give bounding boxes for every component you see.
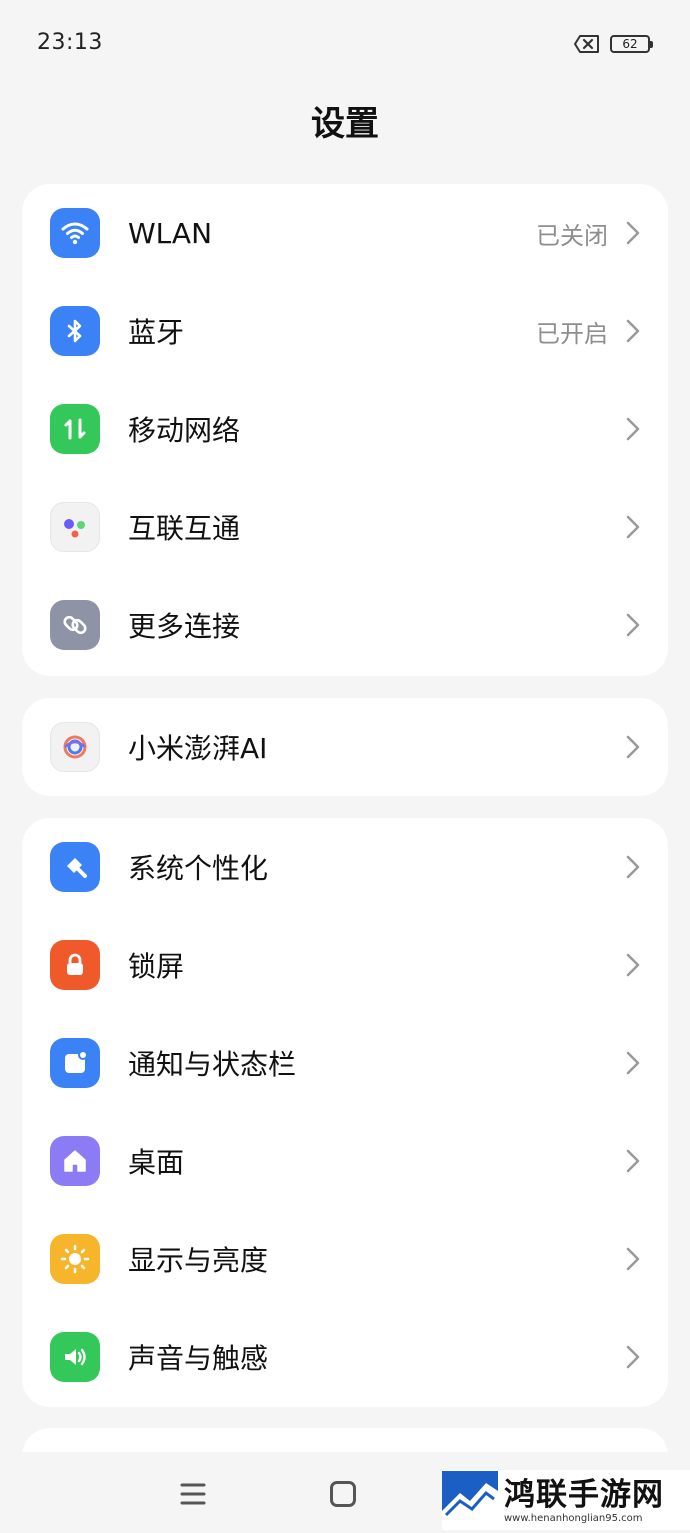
chevron-right-icon (626, 1149, 640, 1173)
watermark-logo-icon (442, 1471, 498, 1529)
settings-item-notifications[interactable]: 通知与状态栏 (22, 1014, 668, 1112)
settings-group-ai: 小米澎湃AI (22, 698, 668, 796)
settings-item-mobile-network[interactable]: 移动网络 (22, 380, 668, 478)
settings-item-lockscreen[interactable]: 锁屏 (22, 916, 668, 1014)
settings-item-label: 显示与亮度 (128, 1244, 269, 1277)
home-button[interactable] (330, 1481, 356, 1507)
mobile-data-icon (50, 404, 100, 454)
settings-item-label: 移动网络 (128, 414, 241, 447)
watermark-url: www.henanhonglian95.com (504, 1512, 643, 1524)
battery-level: 62 (622, 37, 638, 51)
settings-item-label: 锁屏 (128, 950, 185, 983)
brush-icon (50, 842, 100, 892)
lock-icon (50, 940, 100, 990)
bluetooth-icon (50, 306, 100, 356)
settings-item-label: 蓝牙 (128, 316, 185, 349)
watermark-text: 鸿联手游网 www.henanhonglian95.com (504, 1477, 664, 1524)
settings-item-label: 互联互通 (128, 512, 241, 545)
settings-item-desktop[interactable]: 桌面 (22, 1112, 668, 1210)
bluetooth-status: 已开启 (536, 319, 608, 348)
chevron-right-icon (626, 1051, 640, 1075)
sun-icon (50, 1234, 100, 1284)
chevron-right-icon (626, 221, 640, 245)
chevron-right-icon (626, 613, 640, 637)
wlan-status: 已关闭 (536, 221, 608, 250)
status-icons: 62 (574, 34, 653, 54)
settings-item-personalization[interactable]: 系统个性化 (22, 818, 668, 916)
settings-item-bluetooth[interactable]: 蓝牙 已开启 (22, 282, 668, 380)
settings-item-label: 系统个性化 (128, 852, 269, 885)
chevron-right-icon (626, 319, 640, 343)
settings-group-connectivity: WLAN 已关闭 蓝牙 已开启 移动网络 互联互通 更多连接 (22, 184, 668, 676)
settings-item-hyperai[interactable]: 小米澎湃AI (22, 698, 668, 796)
settings-item-label: 更多连接 (128, 610, 241, 643)
page-title: 设置 (311, 104, 379, 144)
settings-item-label: 桌面 (128, 1146, 185, 1179)
chevron-right-icon (626, 417, 640, 441)
chevron-right-icon (626, 515, 640, 539)
settings-group-personalization: 系统个性化 锁屏 通知与状态栏 桌面 显示与亮度 声音与触感 (22, 818, 668, 1407)
settings-item-label: 声音与触感 (128, 1342, 269, 1375)
settings-item-label: WLAN (128, 216, 213, 250)
chevron-right-icon (626, 953, 640, 977)
speaker-icon (50, 1332, 100, 1382)
battery-icon: 62 (610, 35, 653, 53)
chevron-right-icon (626, 855, 640, 879)
settings-item-interconnect[interactable]: 互联互通 (22, 478, 668, 576)
chevron-right-icon (626, 735, 640, 759)
notification-icon (50, 1038, 100, 1088)
settings-item-label: 小米澎湃AI (128, 732, 268, 765)
settings-item-wlan[interactable]: WLAN 已关闭 (22, 184, 668, 282)
status-time: 23:13 (37, 30, 103, 55)
no-sim-icon (574, 35, 599, 53)
settings-item-display[interactable]: 显示与亮度 (22, 1210, 668, 1308)
settings-item-sound[interactable]: 声音与触感 (22, 1308, 668, 1406)
ai-icon (50, 722, 100, 772)
settings-item-label: 通知与状态栏 (128, 1048, 297, 1081)
watermark: 鸿联手游网 www.henanhonglian95.com (442, 1470, 690, 1530)
wifi-icon (50, 208, 100, 258)
menu-button[interactable] (180, 1482, 206, 1506)
settings-item-more-connections[interactable]: 更多连接 (22, 576, 668, 674)
interconnect-icon (50, 502, 100, 552)
chevron-right-icon (626, 1345, 640, 1369)
home-icon (50, 1136, 100, 1186)
chevron-right-icon (626, 1247, 640, 1271)
status-bar: 23:13 62 (0, 0, 690, 90)
watermark-title: 鸿联手游网 (504, 1476, 664, 1513)
link-icon (50, 600, 100, 650)
